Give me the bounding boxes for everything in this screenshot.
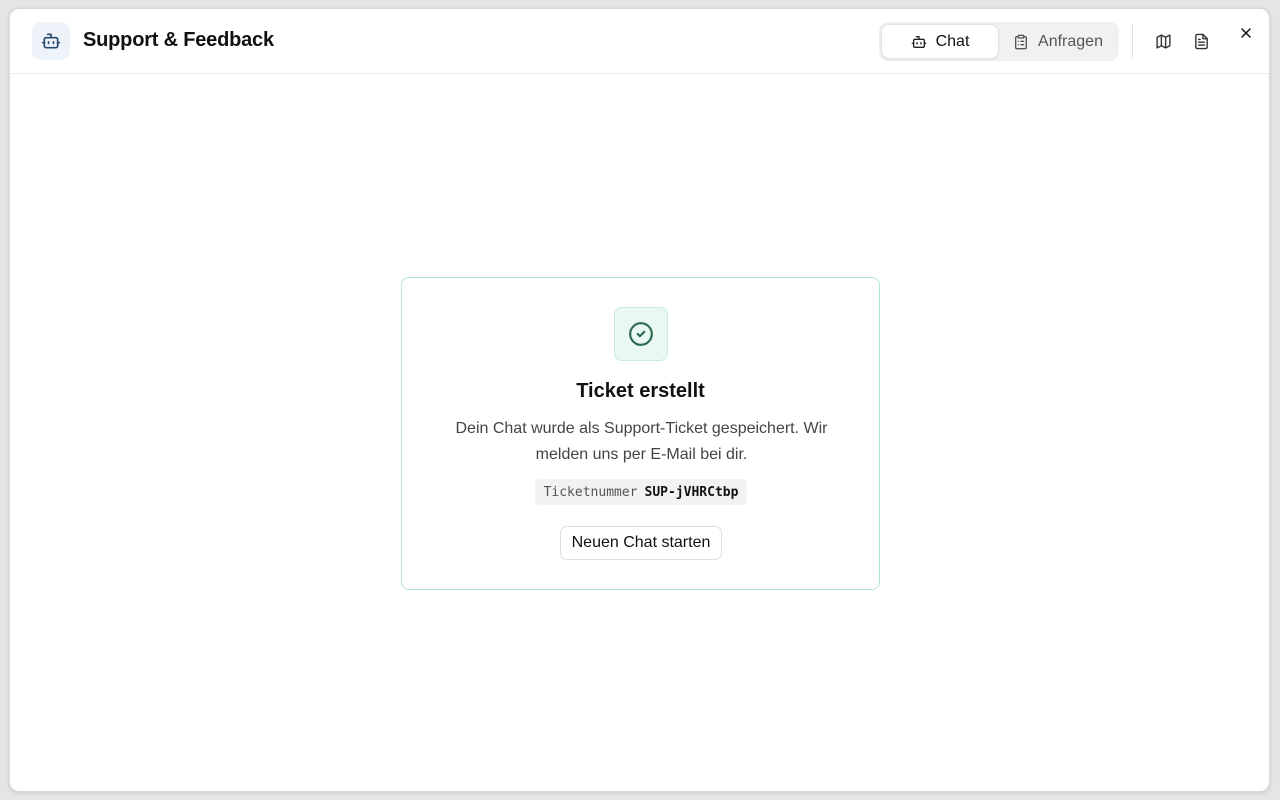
clipboard-icon bbox=[1013, 34, 1029, 50]
confirmation-title: Ticket erstellt bbox=[576, 380, 705, 402]
map-icon bbox=[1155, 33, 1172, 50]
close-icon bbox=[1238, 25, 1254, 41]
tab-anfragen-label: Anfragen bbox=[1038, 32, 1103, 50]
dialog-header: Support & Feedback Chat Anfragen bbox=[10, 9, 1269, 74]
document-icon bbox=[1193, 33, 1210, 50]
new-chat-button[interactable]: Neuen Chat starten bbox=[560, 526, 722, 560]
success-badge bbox=[614, 307, 668, 361]
dialog-title: Support & Feedback bbox=[83, 29, 274, 51]
ticket-number-value: SUP-jVHRCtbp bbox=[644, 484, 739, 500]
ticket-confirmation-card: Ticket erstellt Dein Chat wurde als Supp… bbox=[401, 277, 880, 590]
robot-icon bbox=[32, 22, 70, 60]
close-button[interactable] bbox=[1232, 19, 1260, 47]
ticket-number-badge: Ticketnummer SUP-jVHRCtbp bbox=[535, 479, 747, 505]
support-dialog: Support & Feedback Chat Anfragen Ticket … bbox=[9, 8, 1270, 792]
tab-chat-label: Chat bbox=[935, 32, 970, 50]
document-button[interactable] bbox=[1187, 27, 1215, 55]
tab-anfragen[interactable]: Anfragen bbox=[999, 24, 1117, 59]
header-divider bbox=[1132, 24, 1133, 59]
robot-icon bbox=[911, 34, 927, 50]
confirmation-description: Dein Chat wurde als Support-Ticket gespe… bbox=[455, 420, 828, 463]
ticket-number-label: Ticketnummer bbox=[543, 484, 638, 500]
check-circle-icon bbox=[628, 321, 654, 347]
tab-chat[interactable]: Chat bbox=[881, 24, 999, 59]
view-tabs: Chat Anfragen bbox=[879, 22, 1119, 61]
map-button[interactable] bbox=[1149, 27, 1177, 55]
